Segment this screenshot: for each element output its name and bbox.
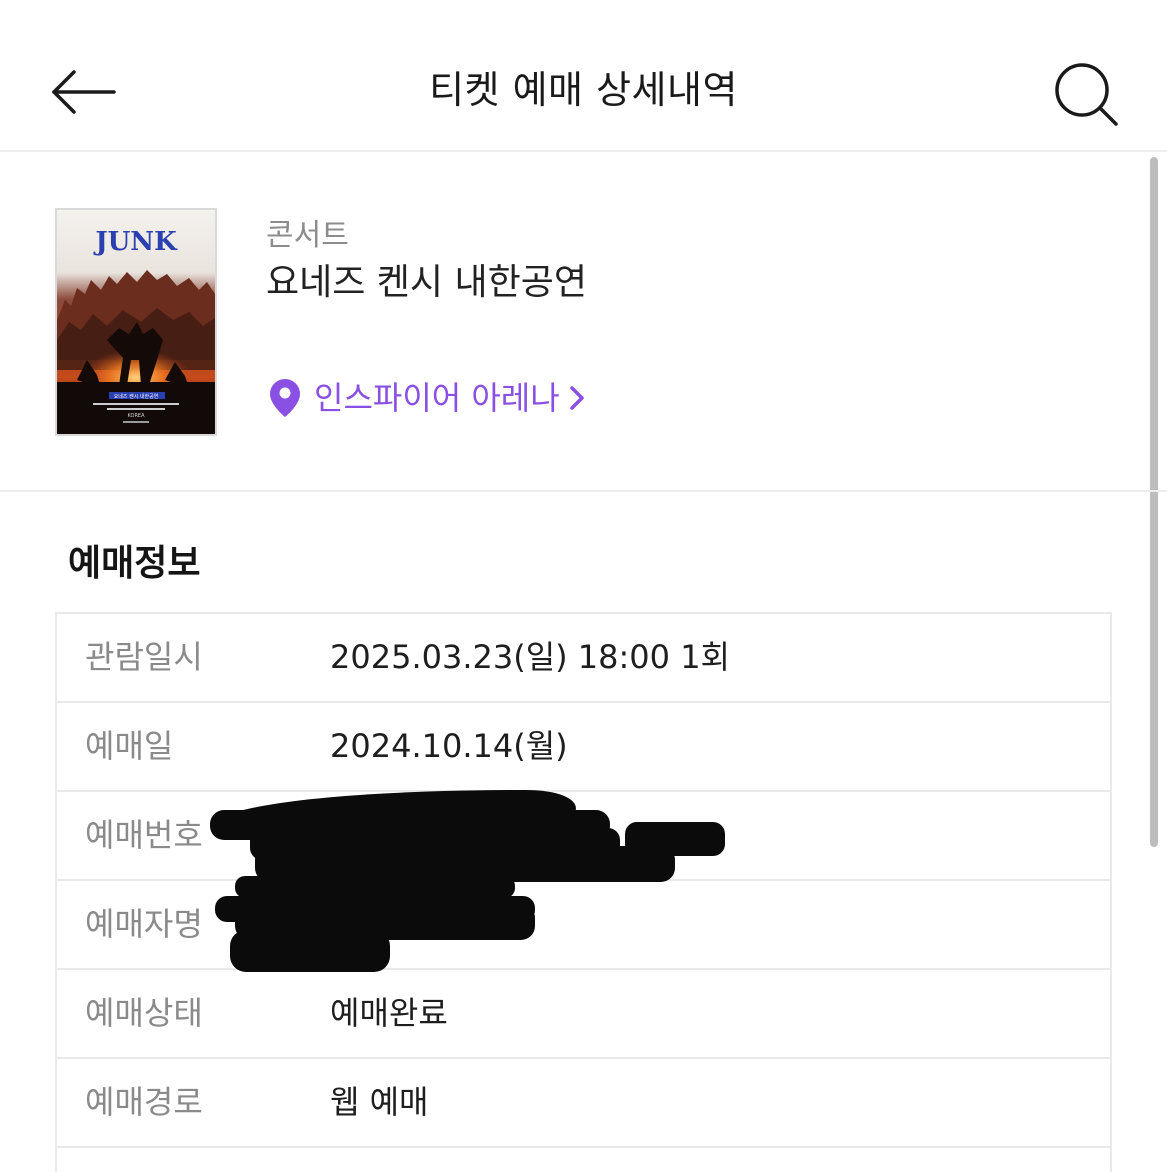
- row-label: 예매상태: [85, 994, 203, 1032]
- booking-info-table: 관람일시 2025.03.23(일) 18:00 1회 예매일 2024.10.…: [55, 612, 1112, 1172]
- row-label: 예매일: [85, 727, 174, 765]
- table-row: 예매상태 예매완료: [57, 970, 1110, 1059]
- location-pin-icon: [270, 379, 300, 417]
- venue-link[interactable]: 인스파이어 아레나: [268, 375, 586, 421]
- table-row: 예매자명: [57, 881, 1110, 970]
- search-button[interactable]: [1046, 56, 1126, 132]
- row-label: 예매번호: [85, 816, 203, 854]
- page-title: 티켓 예매 상세내역: [429, 68, 738, 112]
- row-label: 예매경로: [85, 1083, 203, 1121]
- event-title: 요네즈 켄시 내한공연: [266, 262, 587, 303]
- poster-logo: JUNK: [93, 227, 178, 257]
- poster-subtitle: 요네즈 켄시 내한공연: [114, 393, 159, 400]
- row-label: 예매자명: [85, 905, 203, 943]
- row-value: 2025.03.23(일) 18:00 1회: [330, 638, 730, 676]
- row-value: 웹 예매: [330, 1083, 429, 1121]
- event-poster[interactable]: JUNK 요네즈 켄시 내한공연 KOREA: [55, 208, 217, 436]
- venue-name: 인스파이어 아레나: [314, 379, 560, 417]
- row-value: 예매완료: [330, 994, 448, 1032]
- chevron-right-icon: [569, 386, 584, 410]
- table-row: 예매경로 웹 예매: [57, 1059, 1110, 1148]
- search-icon: [1055, 63, 1118, 126]
- app-header: 티켓 예매 상세내역: [0, 0, 1167, 152]
- poster-country: KOREA: [128, 413, 146, 419]
- row-value: 2024.10.14(월): [330, 727, 568, 765]
- table-row: 관람일시 2025.03.23(일) 18:00 1회: [57, 614, 1110, 703]
- section-title-booking-info: 예매정보: [68, 543, 201, 584]
- event-category: 콘서트: [266, 218, 349, 253]
- table-row: 예매일 2024.10.14(월): [57, 703, 1110, 792]
- table-row: 예매번호: [57, 792, 1110, 881]
- event-summary: JUNK 요네즈 켄시 내한공연 KOREA 콘서트 요네즈 켄시 내한공연 인…: [0, 152, 1167, 492]
- row-label: 관람일시: [85, 638, 203, 676]
